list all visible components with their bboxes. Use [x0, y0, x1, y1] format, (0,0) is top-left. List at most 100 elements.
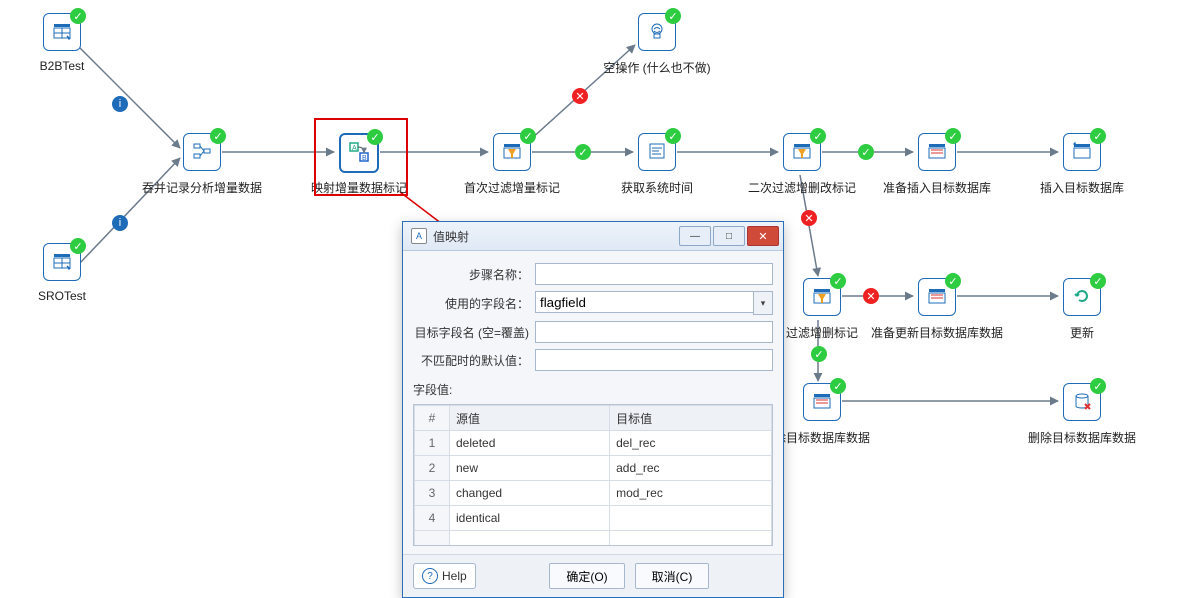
value-mapping-dialog: A 值映射 — □ ✕ 步骤名称： 使用的字段名： ▾ 目标字段名 (空=覆盖)…	[402, 221, 784, 598]
step-name-label: 步骤名称：	[413, 266, 529, 283]
status-ok-icon: ✓	[945, 273, 961, 289]
status-ok-icon: ✓	[70, 238, 86, 254]
filter-icon	[792, 141, 812, 164]
node-insert[interactable]: ✓ 插入目标数据库	[1060, 133, 1104, 177]
use-field-label: 使用的字段名：	[413, 295, 529, 312]
svg-text:B: B	[362, 155, 367, 162]
status-ok-icon: ✓	[1090, 273, 1106, 289]
status-ok-icon: ✓	[945, 128, 961, 144]
status-ok-icon: ✓	[520, 128, 536, 144]
target-field-label: 目标字段名 (空=覆盖)	[413, 324, 529, 341]
table-row[interactable]: 1 deleted del_rec	[415, 431, 772, 456]
node-b2btest[interactable]: ✓ B2BTest	[40, 13, 84, 57]
node-merge[interactable]: ✓ 吞并记录分析增量数据	[180, 133, 224, 177]
status-ok-icon: ✓	[210, 128, 226, 144]
node-label: 获取系统时间	[621, 179, 693, 196]
status-ok-icon: ✓	[665, 128, 681, 144]
error-badge-icon: ✕	[863, 288, 879, 304]
node-srotest[interactable]: ✓ SROTest	[40, 243, 84, 287]
status-ok-icon: ✓	[70, 8, 86, 24]
target-field-input[interactable]	[535, 321, 773, 343]
filter-icon	[812, 286, 832, 309]
dbx-icon	[812, 391, 832, 414]
status-ok-icon: ✓	[367, 129, 383, 145]
node-filter1[interactable]: ✓ 首次过滤增量标记	[490, 133, 534, 177]
node-filter2[interactable]: ✓ 二次过滤增删改标记	[780, 133, 824, 177]
dbdel-icon	[1072, 391, 1092, 414]
node-label: 除目标数据库数据	[774, 429, 870, 446]
node-label: B2BTest	[40, 59, 85, 73]
refresh-icon	[1072, 286, 1092, 309]
dialog-titlebar[interactable]: A 值映射 — □ ✕	[403, 222, 783, 251]
dialog-title: 值映射	[433, 228, 679, 245]
status-ok-icon: ✓	[830, 273, 846, 289]
brain-icon	[647, 21, 667, 44]
node-label: SROTest	[38, 289, 86, 303]
status-ok-icon: ✓	[1090, 378, 1106, 394]
default-value-input[interactable]	[535, 349, 773, 371]
col-target: 目标值	[610, 406, 772, 431]
col-source: 源值	[450, 406, 610, 431]
status-ok-icon: ✓	[830, 378, 846, 394]
ok-button[interactable]: 确定(O)	[549, 563, 624, 589]
map-icon: A	[411, 228, 427, 244]
node-label: 准备更新目标数据库数据	[871, 324, 1003, 341]
table-row[interactable]: 3 changed mod_rec	[415, 481, 772, 506]
node-deldata[interactable]: ✓ 除目标数据库数据	[800, 383, 844, 427]
table-row[interactable]: 4 identical	[415, 506, 772, 531]
node-label: 空操作 (什么也不做)	[603, 59, 710, 76]
map-icon: AB	[348, 141, 370, 166]
filter-icon	[502, 141, 522, 164]
svg-text:A: A	[352, 145, 357, 152]
field-values-grid[interactable]: # 源值 目标值 1 deleted del_rec 2 new add_rec	[413, 404, 773, 546]
minimize-button[interactable]: —	[679, 226, 711, 246]
table-row[interactable]	[415, 531, 772, 547]
node-prepupd[interactable]: ✓ 准备更新目标数据库数据	[915, 278, 959, 322]
node-noop[interactable]: ✓ 空操作 (什么也不做)	[635, 13, 679, 57]
dbin-icon	[1072, 141, 1092, 164]
error-badge-icon: ✕	[572, 88, 588, 104]
info-badge-icon: i	[112, 215, 128, 231]
info-badge-icon: i	[112, 96, 128, 112]
node-systime[interactable]: ✓ 获取系统时间	[635, 133, 679, 177]
node-label: 过滤增删标记	[786, 324, 858, 341]
field-values-label: 字段值:	[413, 381, 773, 398]
node-update[interactable]: ✓ 更新	[1060, 278, 1104, 322]
node-label: 删除目标数据库数据	[1028, 429, 1136, 446]
dbx-icon	[927, 286, 947, 309]
node-label: 更新	[1070, 324, 1094, 341]
script-icon	[647, 141, 667, 164]
node-label: 插入目标数据库	[1040, 179, 1124, 196]
status-ok-icon: ✓	[810, 128, 826, 144]
step-name-input[interactable]	[535, 263, 773, 285]
node-label: 首次过滤增量标记	[464, 179, 560, 196]
use-field-input[interactable]	[535, 291, 753, 313]
node-prepins[interactable]: ✓ 准备插入目标数据库	[915, 133, 959, 177]
status-ok-icon: ✓	[1090, 128, 1106, 144]
chevron-down-icon[interactable]: ▾	[753, 291, 773, 315]
node-label: 准备插入目标数据库	[883, 179, 991, 196]
ok-badge-icon: ✓	[858, 144, 874, 160]
col-hash: #	[415, 406, 450, 431]
merge-icon	[192, 141, 212, 164]
default-value-label: 不匹配时的默认值：	[413, 352, 529, 369]
help-icon: ?	[422, 568, 438, 584]
cancel-button[interactable]: 取消(C)	[635, 563, 710, 589]
ok-badge-icon: ✓	[575, 144, 591, 160]
error-badge-icon: ✕	[801, 210, 817, 226]
status-ok-icon: ✓	[665, 8, 681, 24]
ok-badge-icon: ✓	[811, 346, 827, 362]
maximize-button[interactable]: □	[713, 226, 745, 246]
table-row[interactable]: 2 new add_rec	[415, 456, 772, 481]
node-filter3[interactable]: ✓ 过滤增删标记	[800, 278, 844, 322]
node-deltarget[interactable]: ✓ 删除目标数据库数据	[1060, 383, 1104, 427]
node-map[interactable]: AB ✓ 映射增量数据标记	[337, 133, 381, 177]
node-label: 二次过滤增删改标记	[748, 179, 856, 196]
table-icon	[52, 21, 72, 44]
node-label: 吞并记录分析增量数据	[142, 179, 262, 196]
node-label: 映射增量数据标记	[311, 179, 407, 196]
table-icon	[52, 251, 72, 274]
help-button[interactable]: ? Help	[413, 563, 476, 589]
dbx-icon	[927, 141, 947, 164]
close-button[interactable]: ✕	[747, 226, 779, 246]
